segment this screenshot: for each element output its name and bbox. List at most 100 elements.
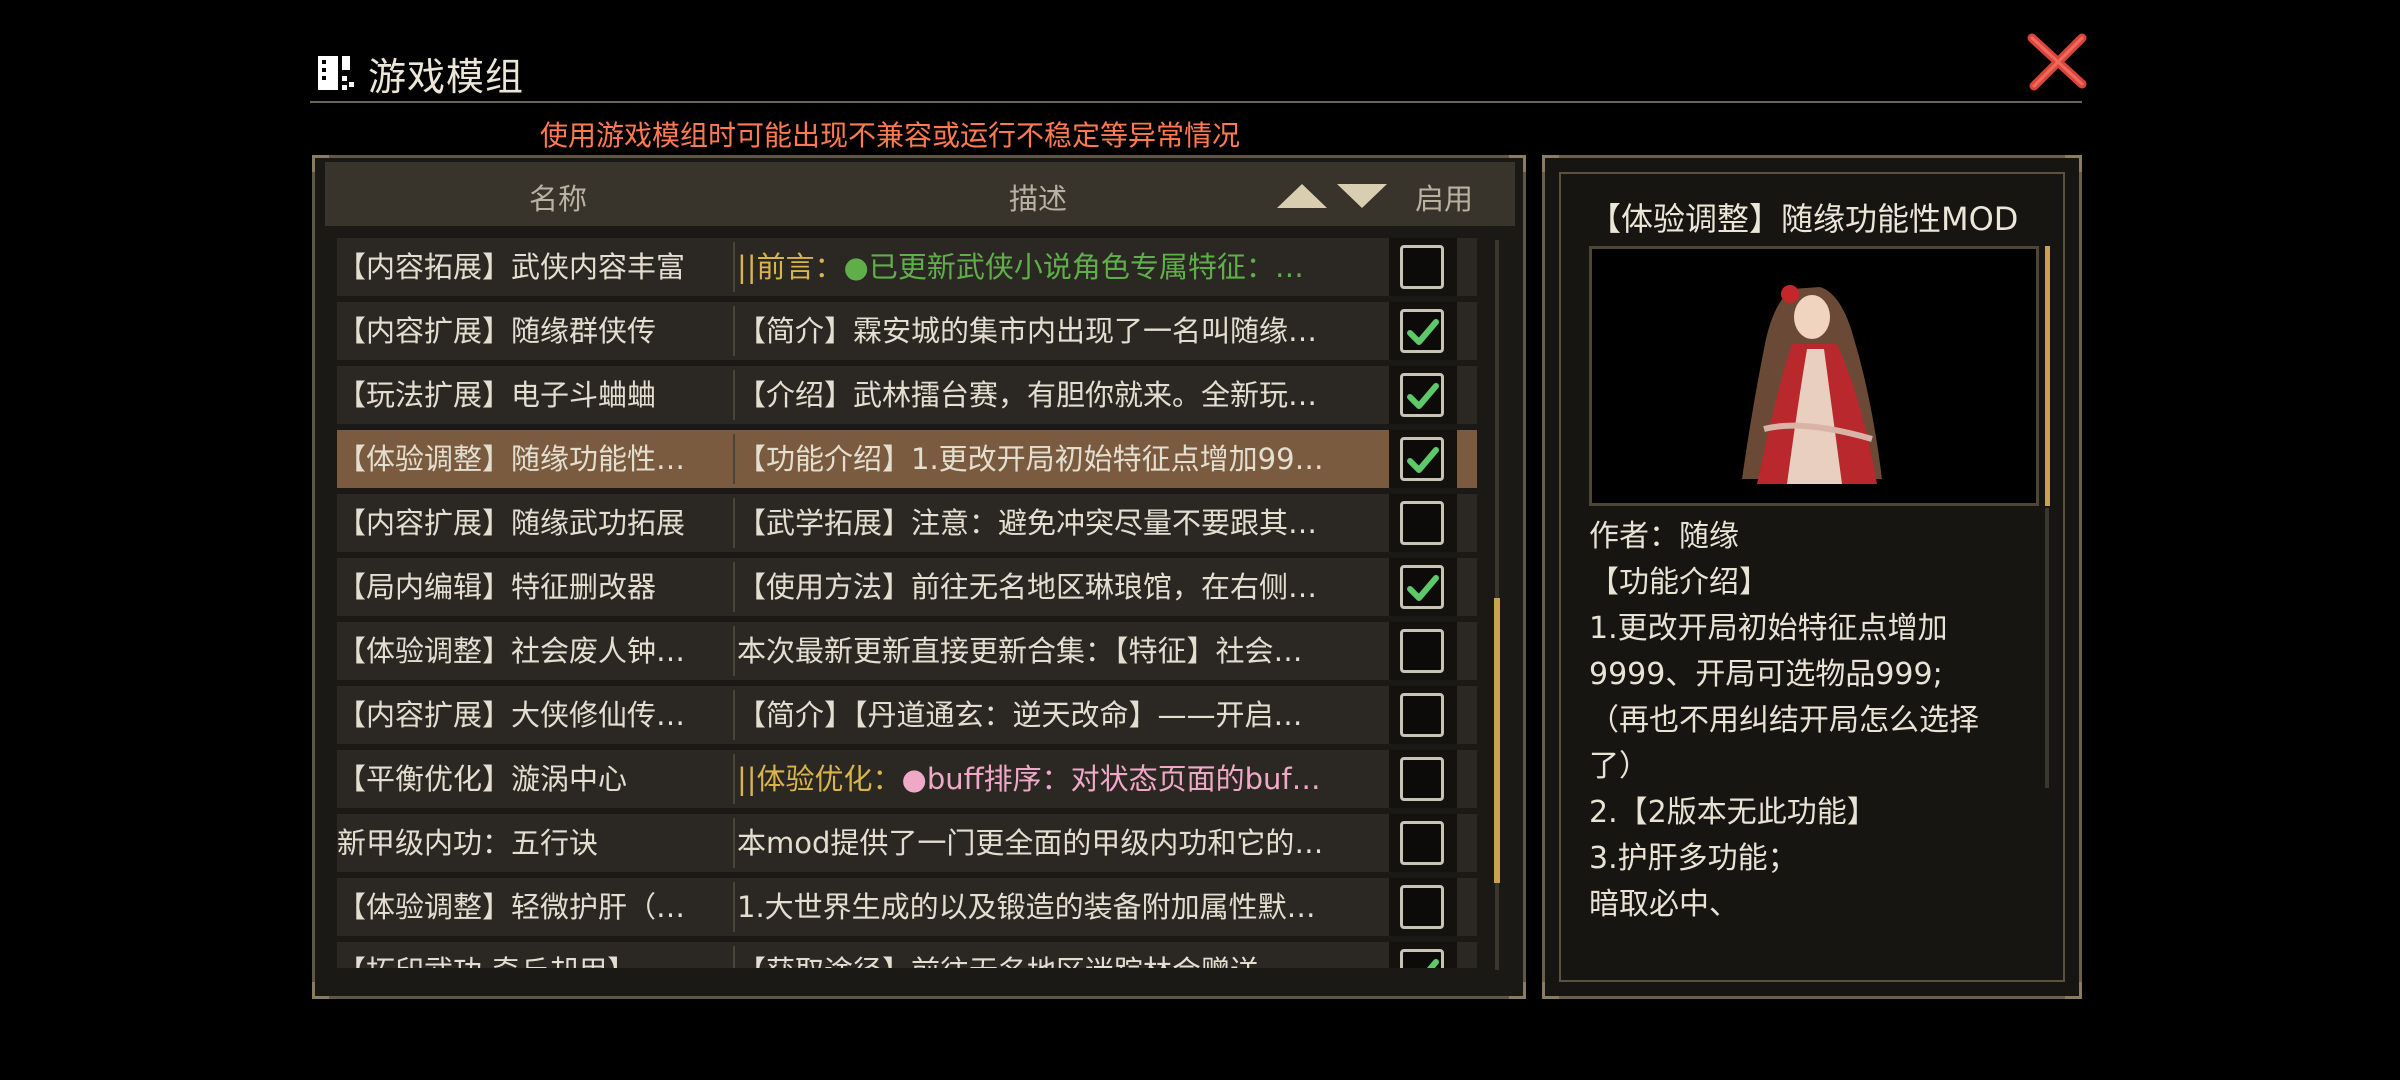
detail-line: 3.护肝多功能； [1589,841,1798,876]
check-icon [1426,959,1439,968]
description-text: 【介绍】武林擂台赛，有胆你就来。全新玩… [737,378,1318,412]
mod-detail-panel: 【体验调整】随缘功能性MOD 作者：随缘 【功能介绍】 1.更改开局初始特征点增加 9… [1542,155,2082,999]
mod-name: 新甲级内功：五行诀 [337,826,599,860]
description-text: 1.大世界生成的以及锻造的装备附加属性默… [737,890,1316,924]
mod-description: 本mod提供了一门更全面的甲级内功和它的… [737,814,1377,872]
mod-row[interactable]: 【体验调整】随缘功能性… 【功能介绍】1.更改开局初始特征点增加99… [337,430,1477,488]
mod-row[interactable]: 【内容拓展】武侠内容丰富 ||前言：●已更新武侠小说角色专属特征：… [337,238,1477,296]
detail-line: 9999、开局可选物品999; [1589,657,1943,692]
mod-description: 【获取途径】前往无名地区迷踪林会赠送一… [737,942,1377,968]
description-text: 【使用方法】前往无名地区琳琅馆，在右侧… [737,570,1318,604]
mod-name: 【体验调整】轻微护肝（… [337,890,686,924]
mod-description: 【功能介绍】1.更改开局初始特征点增加99… [737,430,1377,488]
mod-row[interactable]: 【内容扩展】大侠修仙传… 【简介】【丹道通玄：逆天改命】——开启… [337,686,1477,744]
mod-description: ||体验优化：●buff排序：对状态页面的buf… [737,750,1377,808]
enable-checkbox[interactable] [1400,629,1444,673]
sort-down-icon[interactable] [1335,182,1389,210]
panel-corner [1509,982,1526,999]
mod-name: 【体验调整】随缘功能性… [337,442,686,476]
description-text: 本mod提供了一门更全面的甲级内功和它的… [737,826,1324,860]
enable-checkbox[interactable] [1400,245,1444,289]
column-separator [733,626,735,676]
enable-checkbox[interactable] [1400,309,1444,353]
mod-row[interactable]: 【体验调整】轻微护肝（… 1.大世界生成的以及锻造的装备附加属性默… [337,878,1477,936]
description-text: ●已更新武侠小说角色专属特征：… [843,250,1304,284]
enable-cell [1389,366,1457,424]
column-name-header[interactable]: 名称 [529,176,587,218]
detail-line: 1.更改开局初始特征点增加 [1589,611,1948,646]
enable-checkbox[interactable] [1400,821,1444,865]
column-separator [733,818,735,868]
description-text: 【武学拓展】注意：避免冲突尽量不要跟其… [737,506,1318,540]
compatibility-warning: 使用游戏模组时可能出现不兼容或运行不稳定等异常情况 [540,119,1241,152]
enable-cell [1389,302,1457,360]
mod-list-panel: 名称 描述 启用 【内容拓展】武侠内容丰富 ||前言：●已更新武侠小说角色专属特征… [312,155,1526,999]
description-text: 【获取途径】前往无名地区迷踪林会赠送一… [737,954,1317,968]
mod-name: 【拓印武功 奇丘却用】… [337,942,727,968]
enable-checkbox[interactable] [1400,757,1444,801]
character-portrait [1742,285,1882,484]
description-text: 【简介】【丹道通玄：逆天改命】——开启… [737,698,1303,732]
enable-cell [1389,814,1457,872]
mod-row[interactable]: 【内容扩展】随缘群侠传 【简介】霖安城的集市内出现了一名叫随缘… [337,302,1477,360]
column-separator [733,498,735,548]
close-icon[interactable] [2024,28,2092,96]
enable-checkbox[interactable] [1400,373,1444,417]
column-separator [733,946,735,968]
detail-description: 作者：随缘【功能介绍】 1.更改开局初始特征点增加 9999、开局可选物品999; （… [1589,514,2029,928]
window-header: 游戏模组 [310,44,2085,104]
column-separator [733,242,735,292]
mod-row[interactable]: 【平衡优化】漩涡中心 ||体验优化：●buff排序：对状态页面的buf… [337,750,1477,808]
table-header: 名称 描述 启用 [325,162,1515,226]
column-separator [733,434,735,484]
panel-corner [2065,982,2082,999]
mod-description: 【使用方法】前往无名地区琳琅馆，在右侧… [737,558,1377,616]
detail-scrollbar[interactable] [2045,508,2049,788]
column-separator [733,882,735,932]
enable-checkbox[interactable] [1400,885,1444,929]
description-prefix: ||体验优化： [737,762,902,796]
enable-checkbox[interactable] [1400,565,1444,609]
column-separator [733,690,735,740]
enable-checkbox[interactable] [1400,949,1444,968]
column-desc-header[interactable]: 描述 [1009,176,1067,218]
page-title: 游戏模组 [368,55,525,99]
mod-row[interactable]: 新甲级内功：五行诀 本mod提供了一门更全面的甲级内功和它的… [337,814,1477,872]
mod-name: 【内容扩展】随缘武功拓展 [337,506,686,540]
column-separator [733,306,735,356]
enable-checkbox[interactable] [1400,501,1444,545]
description-text: ●buff排序：对状态页面的buf… [901,762,1321,796]
panel-corner [2065,155,2082,172]
mod-preview-image [1589,246,2039,506]
check-icon [1407,575,1439,601]
mod-description: 本次最新更新直接更新合集：【特征】社会… [737,622,1377,680]
mod-row[interactable]: 【内容扩展】随缘武功拓展 【武学拓展】注意：避免冲突尽量不要跟其… [337,494,1477,552]
description-prefix: ||前言： [737,250,844,284]
mod-row[interactable]: 【体验调整】社会废人钟… 本次最新更新直接更新合集：【特征】社会… [337,622,1477,680]
mod-row[interactable]: 【拓印武功 奇丘却用】… 【获取途径】前往无名地区迷踪林会赠送一… [337,942,1477,968]
mod-name: 【内容扩展】随缘群侠传 [337,314,657,348]
mod-row[interactable]: 【局内编辑】特征删改器 【使用方法】前往无名地区琳琅馆，在右侧… [337,558,1477,616]
description-text: 本次最新更新直接更新合集：【特征】社会… [737,634,1303,668]
description-text: 【简介】霖安城的集市内出现了一名叫随缘… [737,314,1318,348]
detail-line: 作者：随缘 [1589,519,1739,554]
detail-line: 2.【2版本无此功能】 [1589,795,1877,830]
enable-cell [1389,622,1457,680]
detail-line: 了） [1589,749,1649,784]
mod-description: 【介绍】武林擂台赛，有胆你就来。全新玩… [737,366,1377,424]
detail-line: 【功能介绍】 [1589,565,1769,600]
header-divider [310,101,2082,103]
column-separator [733,754,735,804]
mod-row[interactable]: 【玩法扩展】电子斗蛐蛐 【介绍】武林擂台赛，有胆你就来。全新玩… [337,366,1477,424]
check-icon [1407,447,1439,473]
enable-cell [1389,494,1457,552]
enable-checkbox[interactable] [1400,437,1444,481]
mod-name: 【内容拓展】武侠内容丰富 [337,250,686,284]
mod-list[interactable]: 【内容拓展】武侠内容丰富 ||前言：●已更新武侠小说角色专属特征：… 【内容扩展】随… [337,238,1497,968]
sort-up-icon[interactable] [1275,182,1329,210]
enable-checkbox[interactable] [1400,693,1444,737]
scrollbar-thumb[interactable] [1494,598,1500,883]
detail-line: （再也不用纠结开局怎么选择 [1589,703,1979,738]
description-text: 【功能介绍】1.更改开局初始特征点增加99… [737,442,1324,476]
enable-cell [1389,238,1457,296]
